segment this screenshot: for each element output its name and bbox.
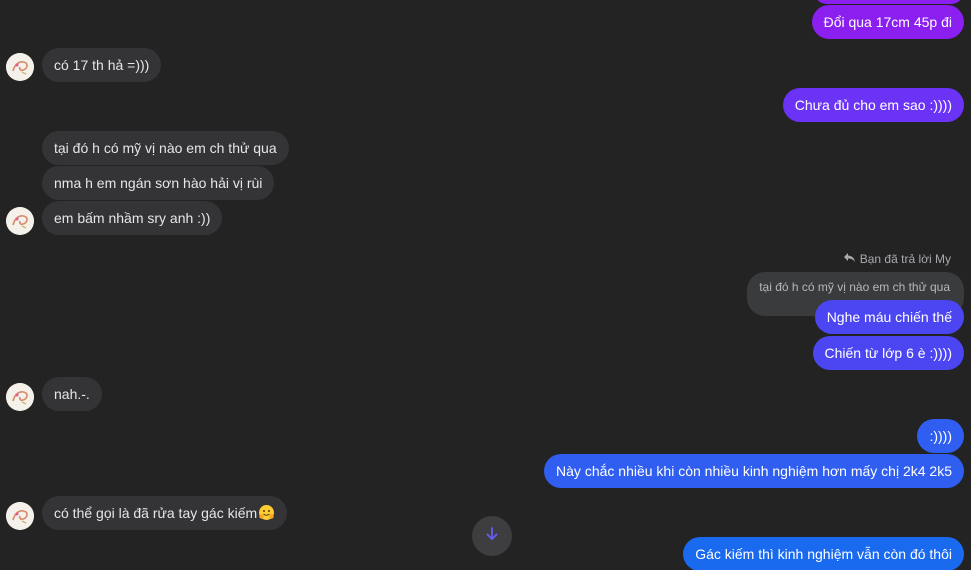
reply-label-text: Bạn đã trả lời My <box>859 252 951 266</box>
message-incoming[interactable]: tại đó h có mỹ vị nào em ch thử qua <box>42 131 289 165</box>
avatar[interactable] <box>6 383 34 411</box>
message-incoming[interactable]: em bấm nhầm sry anh :)) <box>42 201 223 235</box>
reply-label: Bạn đã trả lời My <box>843 252 951 266</box>
message-outgoing[interactable]: Đổi qua 17cm 45p đi <box>811 5 964 39</box>
avatar[interactable] <box>6 207 34 235</box>
message-incoming[interactable]: có 17 th hả =))) <box>42 48 162 82</box>
scroll-to-bottom-button[interactable] <box>472 516 512 556</box>
avatar-image <box>6 207 34 235</box>
reply-arrow-icon <box>843 252 856 266</box>
message-outgoing[interactable]: Nghe máu chiến thế <box>814 300 964 334</box>
message-outgoing[interactable]: Này chắc nhiều khi còn nhiều kinh nghiệm… <box>544 454 964 488</box>
message-text: có thể gọi là đã rửa tay gác kiếm <box>54 505 258 521</box>
message-incoming[interactable]: nma h em ngán sơn hào hải vị rùi <box>42 166 275 200</box>
avatar-image <box>6 383 34 411</box>
avatar-image <box>6 53 34 81</box>
message-outgoing[interactable]: Chưa đủ cho em sao :)))) <box>782 88 964 122</box>
message-incoming[interactable]: có thể gọi là đã rửa tay gác kiếm <box>42 496 288 533</box>
hugging-face-emoji <box>258 499 275 533</box>
message-outgoing[interactable] <box>814 0 964 4</box>
avatar[interactable] <box>6 53 34 81</box>
chat-thread: Đổi qua 17cm 45p đi có 17 th hả =))) Chư… <box>0 0 971 570</box>
avatar-image <box>6 502 34 530</box>
message-outgoing[interactable]: Gác kiếm thì kinh nghiệm vẫn còn đó thôi <box>683 537 964 570</box>
arrow-down-icon <box>484 526 500 547</box>
message-incoming[interactable]: nah.-. <box>42 377 102 411</box>
message-outgoing[interactable]: :)))) <box>917 419 964 453</box>
message-outgoing[interactable]: Chiến từ lớp 6 è :)))) <box>812 336 964 370</box>
avatar[interactable] <box>6 502 34 530</box>
